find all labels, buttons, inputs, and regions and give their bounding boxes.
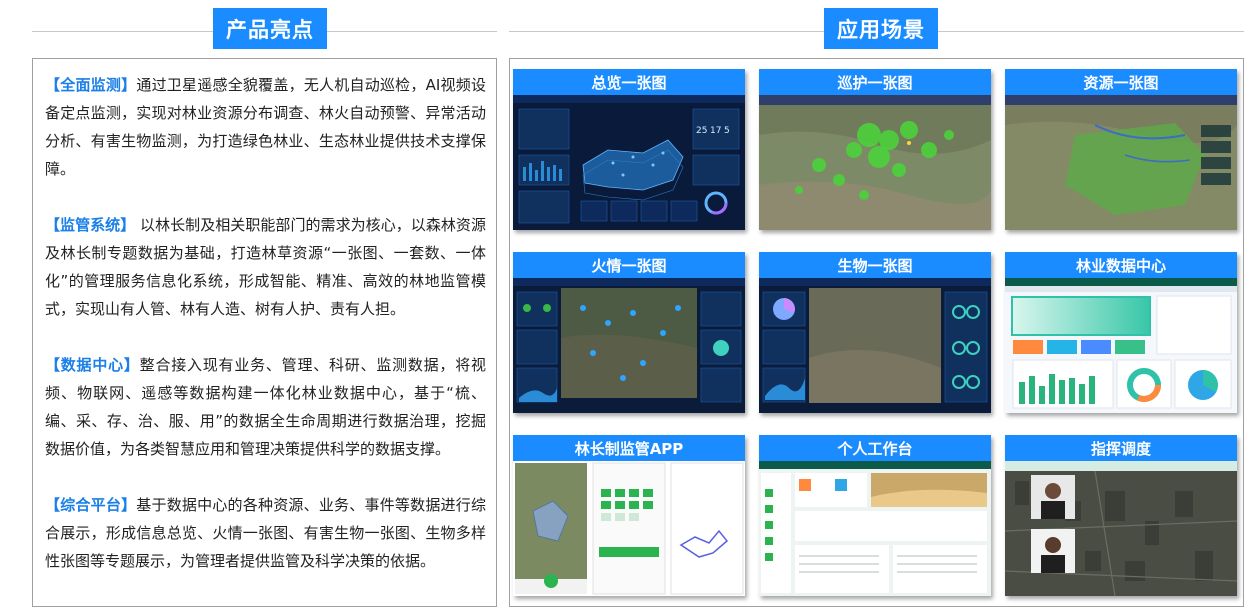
scene-card-fire[interactable]: 火情一张图 <box>513 252 745 413</box>
scene-title: 林长制监管APP <box>513 435 745 461</box>
highlight-tag: 【监管系统】 <box>45 216 136 234</box>
scene-title: 林业数据中心 <box>1005 252 1237 278</box>
scene-card-app[interactable]: 林长制监管APP <box>513 435 745 596</box>
resource-map-thumbnail <box>1005 95 1237 230</box>
highlight-tag: 【数据中心】 <box>45 356 140 374</box>
svg-text:5: 5 <box>724 126 730 136</box>
workbench-thumbnail <box>759 461 991 596</box>
svg-text:25: 25 <box>696 126 707 136</box>
overview-dashboard-thumbnail: 25 17 5 <box>513 95 745 230</box>
fire-map-thumbnail <box>513 278 745 413</box>
highlights-panel: 【全面监测】通过卫星遥感全貌覆盖，无人机自动巡检，AI视频设备定点监测，实现对林… <box>32 58 497 607</box>
datacenter-thumbnail <box>1005 278 1237 413</box>
scene-card-biology[interactable]: 生物一张图 <box>759 252 991 413</box>
highlight-tag: 【全面监测】 <box>45 76 137 94</box>
scene-card-command[interactable]: 指挥调度 <box>1005 435 1237 596</box>
highlight-datacenter: 【数据中心】整合接入现有业务、管理、科研、监测数据，将视频、物联网、遥感等数据构… <box>45 351 486 463</box>
scene-title: 总览一张图 <box>513 69 745 95</box>
scene-card-datacenter[interactable]: 林业数据中心 <box>1005 252 1237 413</box>
scene-title: 巡护一张图 <box>759 69 991 95</box>
scene-title: 生物一张图 <box>759 252 991 278</box>
scene-card-resource[interactable]: 资源一张图 <box>1005 69 1237 230</box>
scenarios-panel: 总览一张图 25 17 5 巡护一张图 资源一张图 火情一张图 生物一张图 林业… <box>509 58 1244 607</box>
scenario-header: 应用场景 <box>824 8 938 49</box>
scene-title: 个人工作台 <box>759 435 991 461</box>
patrol-map-thumbnail <box>759 95 991 230</box>
app-thumbnail <box>513 461 745 596</box>
command-thumbnail <box>1005 461 1237 596</box>
highlight-supervision: 【监管系统】 以林长制及相关职能部门的需求为核心，以森林资源及林长制专题数据为基… <box>45 211 486 323</box>
scene-title: 指挥调度 <box>1005 435 1237 461</box>
highlight-platform: 【综合平台】基于数据中心的各种资源、业务、事件等数据进行综合展示，形成信息总览、… <box>45 491 486 575</box>
scene-title: 资源一张图 <box>1005 69 1237 95</box>
scene-card-patrol[interactable]: 巡护一张图 <box>759 69 991 230</box>
scene-card-overview[interactable]: 总览一张图 25 17 5 <box>513 69 745 230</box>
highlight-tag: 【综合平台】 <box>45 496 137 514</box>
highlight-monitoring: 【全面监测】通过卫星遥感全貌覆盖，无人机自动巡检，AI视频设备定点监测，实现对林… <box>45 71 486 183</box>
scene-card-workbench[interactable]: 个人工作台 <box>759 435 991 596</box>
scene-title: 火情一张图 <box>513 252 745 278</box>
product-header: 产品亮点 <box>213 8 327 49</box>
svg-text:17: 17 <box>710 126 721 136</box>
biology-map-thumbnail <box>759 278 991 413</box>
